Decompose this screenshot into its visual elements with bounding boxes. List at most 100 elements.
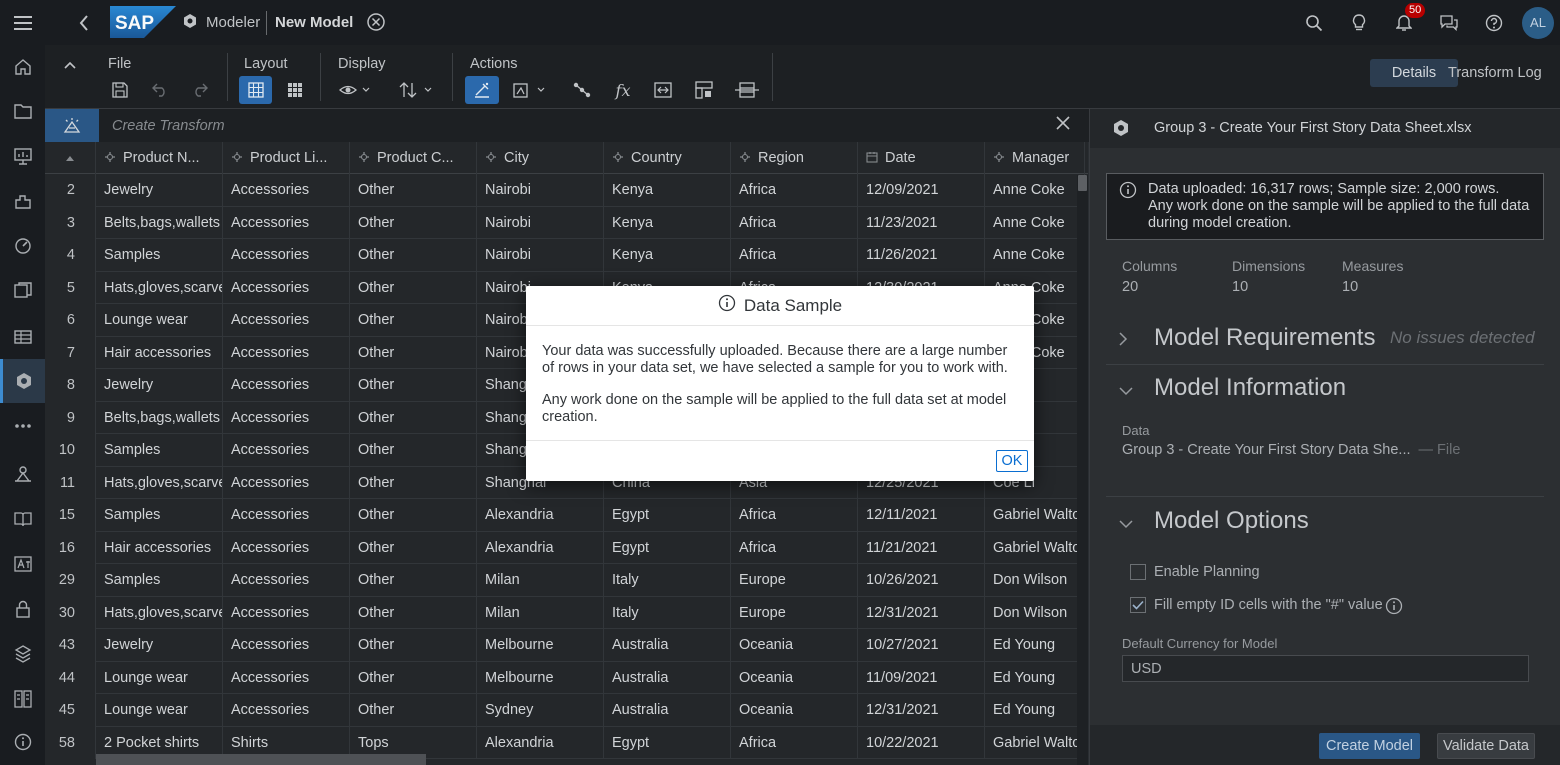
table-cell[interactable]: Italy [604, 596, 731, 629]
table-cell[interactable]: Melbourne [477, 629, 604, 662]
table-cell[interactable]: Europe [731, 596, 858, 629]
table-row[interactable]: 45 Lounge wear Accessories Other Sydney Austr… [45, 694, 1085, 727]
table-cell[interactable]: Australia [604, 661, 731, 694]
table-cell[interactable]: Accessories [223, 401, 350, 434]
table-cell[interactable]: Lounge wear [96, 694, 223, 727]
table-cell[interactable]: 10/26/2021 [858, 564, 985, 597]
app-switch[interactable]: Modeler [182, 0, 260, 45]
notifications-icon[interactable]: 50 [1381, 0, 1426, 45]
table-cell[interactable]: Hats,gloves,scarves [96, 466, 223, 499]
user-avatar[interactable]: AL [1522, 6, 1554, 39]
table-cell[interactable]: Hair accessories [96, 336, 223, 369]
system-icon[interactable] [0, 677, 45, 721]
table-cell[interactable]: Other [350, 531, 477, 564]
table-row[interactable]: 3 Belts,bags,wallets Accessories Other Nairo… [45, 206, 1085, 239]
search-icon[interactable] [1291, 0, 1336, 45]
chevron-right-icon[interactable] [1118, 331, 1128, 350]
model-information-title[interactable]: Model Information [1154, 374, 1346, 402]
table-cell[interactable]: 11/26/2021 [858, 239, 985, 272]
sort-dropdown-icon[interactable] [395, 76, 437, 104]
table-cell[interactable]: Samples [96, 239, 223, 272]
table-cell[interactable]: Accessories [223, 206, 350, 239]
table-cell[interactable]: Africa [731, 499, 858, 532]
table-cell[interactable]: Accessories [223, 336, 350, 369]
translation-icon[interactable] [0, 542, 45, 586]
more-icon[interactable] [0, 404, 45, 448]
table-cell[interactable]: Hats,gloves,scarves [96, 271, 223, 304]
table-cell[interactable]: Europe [731, 564, 858, 597]
row-number-header[interactable] [45, 142, 96, 174]
table-cell[interactable]: Other [350, 661, 477, 694]
table-cell[interactable]: Oceania [731, 694, 858, 727]
table-row[interactable]: 44 Lounge wear Accessories Other Melbourne Au… [45, 661, 1085, 694]
table-cell[interactable]: Egypt [604, 499, 731, 532]
create-model-button[interactable]: Create Model [1319, 733, 1420, 759]
table-cell[interactable]: Accessories [223, 629, 350, 662]
digital-boardroom-icon[interactable] [0, 224, 45, 268]
table-cell[interactable]: Kenya [604, 206, 731, 239]
table-cell[interactable]: 12/11/2021 [858, 499, 985, 532]
table-cell[interactable]: 12/09/2021 [858, 174, 985, 207]
table-cell[interactable]: Milan [477, 564, 604, 597]
table-cell[interactable]: Australia [604, 629, 731, 662]
help-icon[interactable] [1471, 0, 1516, 45]
table-cell[interactable]: Accessories [223, 499, 350, 532]
table-cell[interactable]: Jewelry [96, 174, 223, 207]
table-cell[interactable]: Other [350, 434, 477, 467]
table-cell[interactable]: Other [350, 596, 477, 629]
datasets-icon[interactable] [0, 314, 45, 358]
table-cell[interactable]: Gabriel Walton [985, 726, 1085, 759]
table-cell[interactable]: Nairobi [477, 239, 604, 272]
geo-enrich-dropdown-icon[interactable] [509, 76, 551, 104]
table-cell[interactable]: Accessories [223, 271, 350, 304]
column-settings-icon[interactable] [689, 76, 719, 104]
column-header[interactable]: Country [604, 142, 731, 174]
table-cell[interactable]: Ed Young [985, 629, 1085, 662]
table-cell[interactable]: Other [350, 466, 477, 499]
table-row[interactable]: 15 Samples Accessories Other Alexandria Egypt… [45, 499, 1085, 532]
table-row[interactable]: 29 Samples Accessories Other Milan Italy Europ… [45, 564, 1085, 597]
chevron-down-icon[interactable] [1118, 516, 1134, 532]
table-cell[interactable]: Other [350, 369, 477, 402]
table-cell[interactable]: Accessories [223, 596, 350, 629]
menu-icon[interactable] [0, 0, 45, 45]
table-cell[interactable]: Accessories [223, 466, 350, 499]
smart-transform-icon[interactable] [45, 109, 99, 142]
table-row[interactable]: 30 Hats,gloves,scarves Accessories Other Mil… [45, 596, 1085, 629]
merge-columns-icon[interactable] [648, 76, 678, 104]
info-nav-icon[interactable] [0, 720, 45, 764]
home-icon[interactable] [0, 45, 45, 89]
table-cell[interactable]: Africa [731, 726, 858, 759]
connections-icon[interactable] [0, 452, 45, 496]
column-header[interactable]: Product N... [96, 142, 223, 174]
save-icon[interactable] [105, 76, 135, 104]
fill-empty-id-checkbox[interactable] [1130, 597, 1146, 613]
create-transform-input[interactable]: Create Transform [99, 109, 1089, 142]
table-cell[interactable]: Other [350, 304, 477, 337]
table-cell[interactable]: 11/23/2021 [858, 206, 985, 239]
grid-view-icon[interactable] [239, 76, 272, 104]
table-cell[interactable]: Belts,bags,wallets [96, 206, 223, 239]
validate-data-button[interactable]: Validate Data [1437, 733, 1535, 759]
column-header[interactable]: City [477, 142, 604, 174]
table-cell[interactable]: Ed Young [985, 694, 1085, 727]
undo-icon[interactable] [145, 76, 175, 104]
column-header[interactable]: Date [858, 142, 985, 174]
table-cell[interactable]: Hair accessories [96, 531, 223, 564]
table-cell[interactable]: Other [350, 206, 477, 239]
data-analyzer-icon[interactable] [0, 269, 45, 313]
horizontal-scroll-thumb[interactable] [96, 754, 426, 765]
table-cell[interactable]: Other [350, 401, 477, 434]
table-cell[interactable]: Other [350, 694, 477, 727]
table-cell[interactable]: Oceania [731, 661, 858, 694]
table-cell[interactable]: Accessories [223, 661, 350, 694]
table-cell[interactable]: Samples [96, 499, 223, 532]
fill-empty-info-icon[interactable] [1385, 597, 1403, 618]
split-column-icon[interactable] [730, 76, 764, 104]
table-cell[interactable]: Kenya [604, 174, 731, 207]
close-model-icon[interactable] [366, 12, 386, 32]
model-requirements-title[interactable]: Model Requirements [1154, 324, 1375, 352]
table-cell[interactable]: Africa [731, 206, 858, 239]
transform-log-button[interactable]: Transform Log [1446, 59, 1542, 87]
table-row[interactable]: 2 Jewelry Accessories Other Nairobi Kenya Afri… [45, 174, 1085, 207]
